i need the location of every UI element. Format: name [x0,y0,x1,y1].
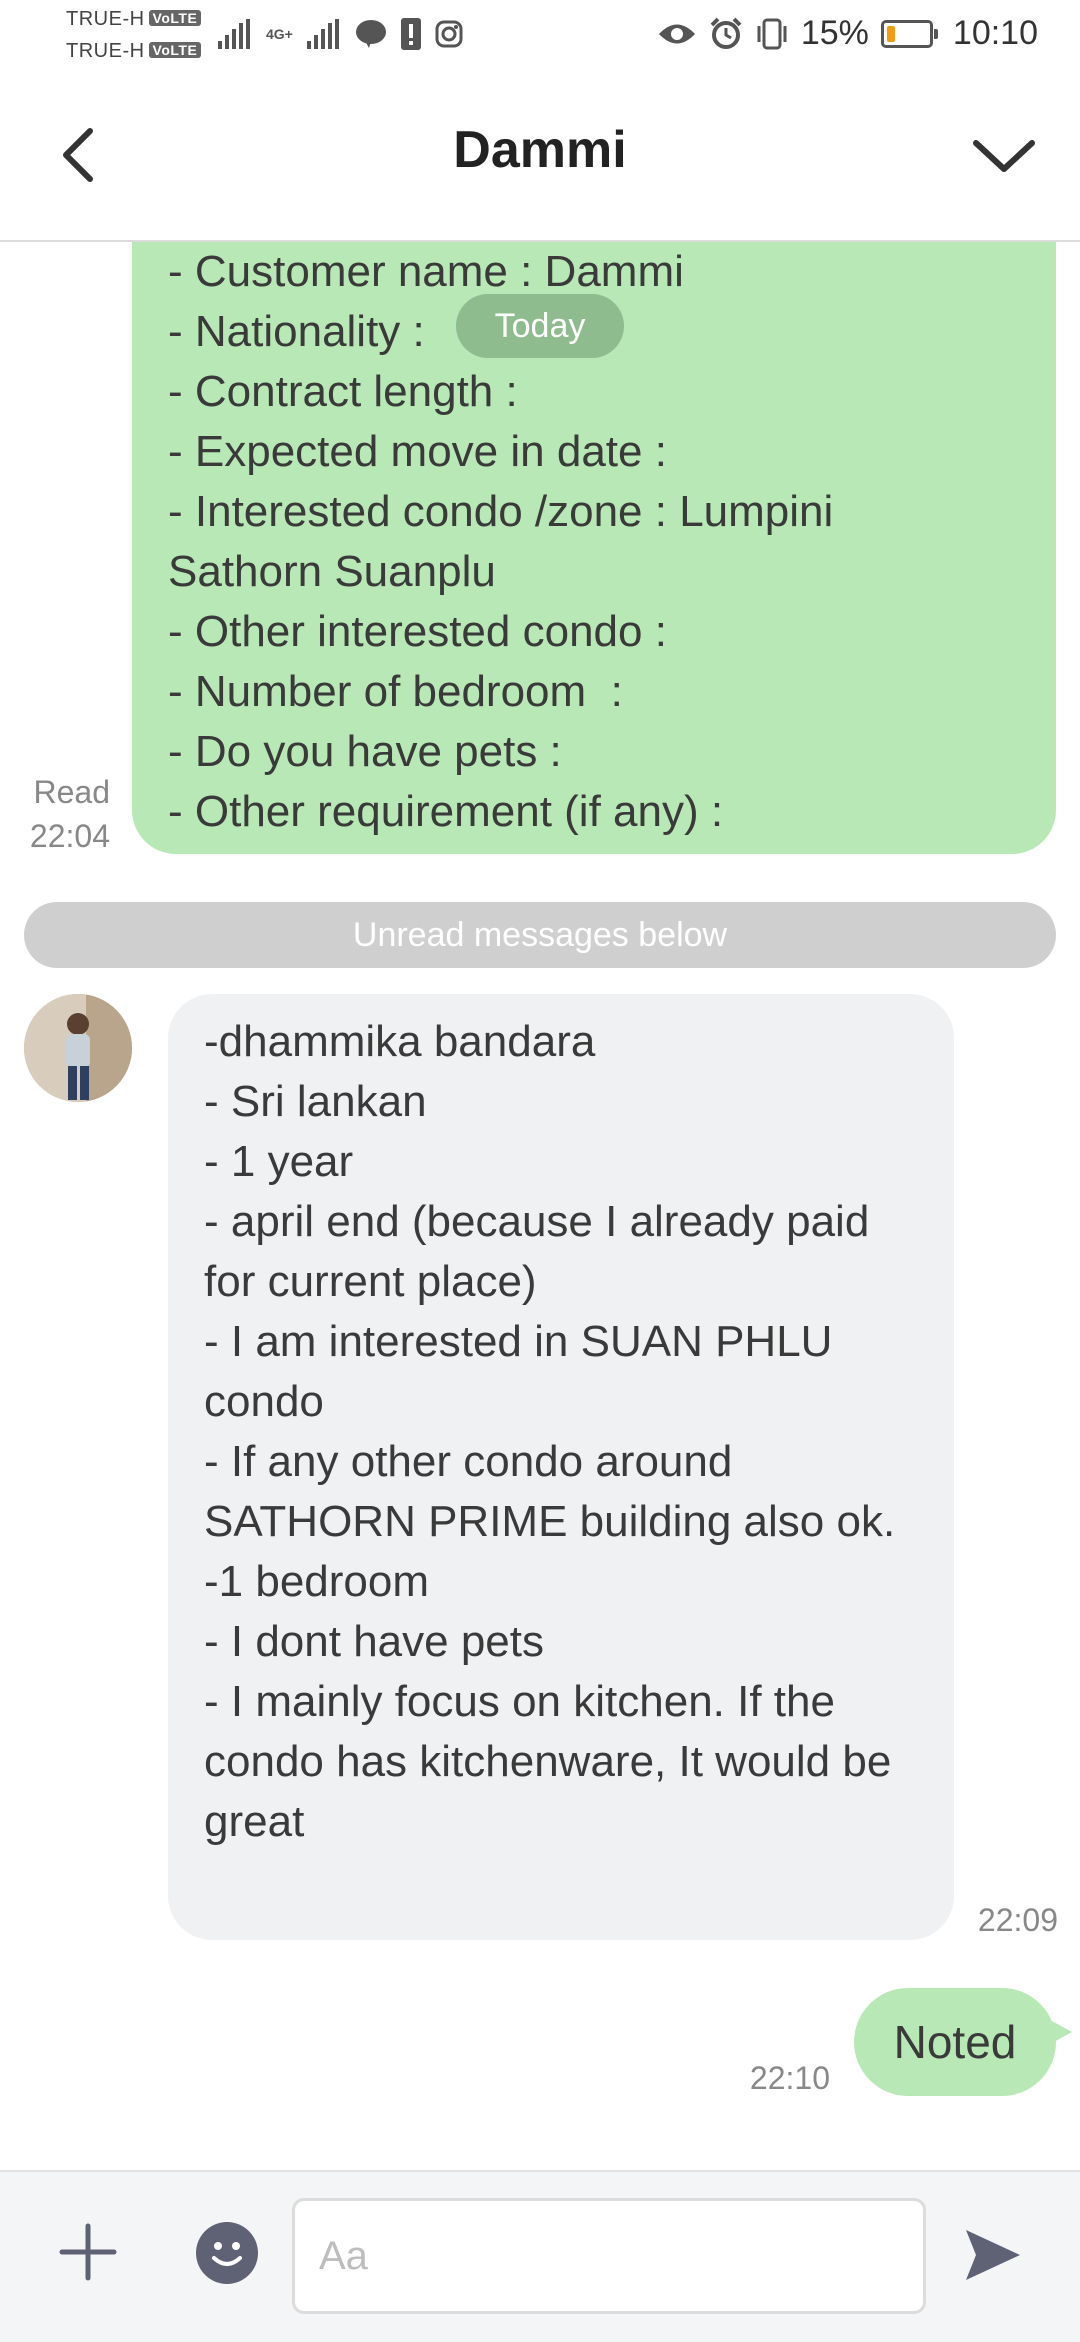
message-line: - Sri lankan [204,1077,427,1126]
message-line: - Do you have pets : [168,727,574,776]
outgoing-message: Noted [854,1988,1056,2096]
status-icons: 4G+ [218,18,463,50]
message-line: -dhammika bandara [204,1017,596,1066]
instagram-icon [435,20,463,48]
message-line: - Other interested condo : [168,607,680,656]
person-photo [24,994,132,1102]
carrier-1: TRUE-H VoLTE [66,8,202,31]
incoming-message: -dhammika bandara - Sri lankan - 1 year … [168,994,954,1940]
eye-icon [658,24,695,43]
chat-title: Dammi [453,121,627,179]
message-line: -1 bedroom [204,1557,430,1606]
message-line: - If any other condo around SATHORN PRIM… [204,1437,896,1546]
message-line: - Other requirement (if any) : [168,787,724,836]
plus-icon[interactable] [58,2222,118,2282]
bubble-tail [1050,2020,1072,2044]
send-icon[interactable] [962,2224,1024,2286]
message-line: - Number of bedroom : [168,667,636,716]
message-time: 22:09 [977,1902,1058,1938]
message-time: 22:04 [29,818,110,854]
signal-icon-2 [306,19,339,49]
vibrate-icon [757,18,787,49]
message-line: - I dont have pets [204,1617,544,1666]
message-line: Sathorn Suanplu [168,547,496,596]
carrier-2: TRUE-H VoLTE [66,40,202,63]
message-line: - 1 year [204,1137,354,1186]
status-right: 15% 10:10 [657,14,1038,53]
alarm-icon [710,17,742,49]
chevron-down-icon[interactable] [968,125,1040,185]
emoji-icon[interactable] [196,2222,258,2284]
message-input[interactable] [292,2198,926,2314]
network-type: 4G+ [266,26,293,42]
line-app-icon [355,20,386,48]
smiley-face [212,2242,242,2266]
status-bar: TRUE-H VoLTE TRUE-H VoLTE 4G+ 15% 10:10 [0,0,1080,75]
read-receipt: Read 22:04 [14,770,110,858]
alert-icon [400,18,421,50]
message-line: - I am interested in SUAN PHLU condo [204,1317,833,1426]
message-time: 22:10 [749,2060,830,2096]
message-line: - Customer name : Dammi [168,247,684,296]
read-label: Read [33,774,111,810]
battery-percent: 15% [800,14,869,52]
chat-messages[interactable]: - Customer name : Dammi - Nationality : … [0,242,1080,2170]
message-line: - Contract length : [168,367,530,416]
chat-header: Dammi [0,75,1080,242]
message-line: - I mainly focus on kitchen. If the cond… [204,1677,892,1846]
message-line: - Interested condo /zone : Lumpini [168,487,834,536]
battery-icon [880,19,938,48]
avatar[interactable] [24,994,132,1102]
message-line: - april end (because I already paid for … [204,1197,870,1306]
date-pill: Today [456,294,624,358]
clock: 10:10 [952,14,1038,52]
message-line: - Expected move in date : [168,427,680,476]
unread-divider: Unread messages below [24,902,1056,968]
message-input-bar [0,2170,1080,2342]
signal-icon [218,19,250,49]
